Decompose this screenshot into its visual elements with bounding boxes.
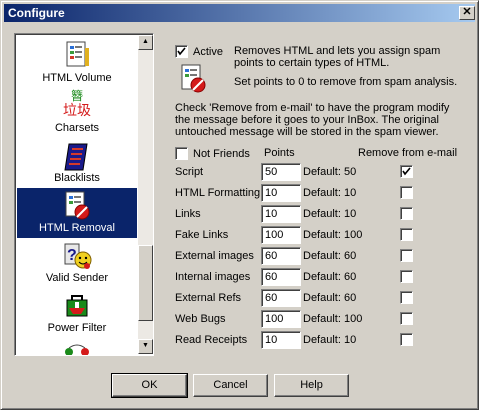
list-item-label: Valid Sender — [45, 272, 109, 284]
blacklist-book-icon — [64, 143, 88, 171]
html-volume-icon — [66, 41, 89, 67]
list-item-html-volume[interactable]: HTML Volume — [17, 38, 137, 88]
scroll-up-button[interactable]: ▲ — [138, 35, 153, 50]
close-icon: ✕ — [462, 6, 472, 18]
not-friends-label: Not Friends — [193, 148, 250, 160]
charsets-icon: 簪 垃圾 — [61, 90, 93, 122]
default-value: Default: 10 — [303, 208, 357, 220]
points-input[interactable]: 100 — [261, 310, 301, 328]
list-item-label: Power Filter — [47, 322, 107, 334]
list-item-label: HTML Removal — [39, 222, 115, 234]
remove-column-header: Remove from e-mail — [358, 147, 458, 159]
charsets-glyph-main: 垃圾 — [63, 103, 91, 119]
next-item-partial-icon — [61, 342, 93, 355]
points-input[interactable]: 10 — [261, 205, 301, 223]
active-description: Removes HTML and lets you assign spam po… — [234, 45, 441, 69]
points-input[interactable]: 100 — [261, 226, 301, 244]
not-friends-checkbox[interactable] — [175, 147, 188, 160]
remove-from-email-checkbox[interactable] — [400, 165, 413, 178]
html-removal-icon — [65, 191, 90, 220]
remove-from-email-checkbox[interactable] — [400, 228, 413, 241]
rule-label: Script — [175, 166, 204, 178]
default-value: Default: 100 — [303, 313, 363, 325]
default-value: Default: 60 — [303, 292, 357, 304]
category-scrollbar[interactable]: ▲ ▼ — [138, 35, 153, 354]
points-input[interactable]: 50 — [261, 163, 301, 181]
ok-button[interactable]: OK — [111, 373, 188, 398]
default-value: Default: 10 — [303, 334, 357, 346]
category-list: HTML Volume 簪 垃圾 Charsets Blacklists HTM… — [14, 33, 154, 356]
cancel-button[interactable]: Cancel — [193, 374, 268, 397]
active-label: Active — [193, 46, 223, 58]
checkmark-icon — [402, 167, 411, 176]
list-item-charsets[interactable]: 簪 垃圾 Charsets — [17, 88, 137, 138]
list-item-blacklists[interactable]: Blacklists — [17, 138, 137, 188]
default-value: Default: 60 — [303, 250, 357, 262]
remove-from-email-checkbox[interactable] — [400, 312, 413, 325]
remove-from-email-checkbox[interactable] — [400, 207, 413, 220]
checkmark-icon — [177, 47, 186, 56]
default-value: Default: 100 — [303, 229, 363, 241]
points-input[interactable]: 10 — [261, 184, 301, 202]
rule-label: External Refs — [175, 292, 242, 304]
configure-dialog: Configure ✕ HTML Volume 簪 垃圾 Charsets Bl… — [0, 0, 479, 410]
default-value: Default: 60 — [303, 271, 357, 283]
remove-from-email-checkbox[interactable] — [400, 270, 413, 283]
scroll-down-button[interactable]: ▼ — [138, 339, 153, 354]
list-item-label: Blacklists — [54, 172, 100, 184]
remove-from-email-checkbox[interactable] — [400, 291, 413, 304]
points-input[interactable]: 60 — [261, 289, 301, 307]
points-column-header: Points — [264, 147, 295, 159]
rule-label: Internal images — [175, 271, 251, 283]
rule-label: Web Bugs — [175, 313, 226, 325]
instructions-text: Check 'Remove from e-mail' to have the p… — [175, 102, 450, 138]
default-value: Default: 10 — [303, 187, 357, 199]
scroll-thumb[interactable] — [138, 245, 153, 321]
points-input[interactable]: 10 — [261, 331, 301, 349]
points-input[interactable]: 60 — [261, 268, 301, 286]
rule-label: External images — [175, 250, 254, 262]
list-item-html-removal[interactable]: HTML Removal — [17, 188, 137, 238]
charsets-glyph-top: 簪 — [70, 89, 83, 103]
active-checkbox[interactable] — [175, 45, 188, 58]
list-item-label: HTML Volume — [42, 72, 112, 84]
rule-label: Links — [175, 208, 201, 220]
remove-from-email-checkbox[interactable] — [400, 249, 413, 262]
rule-label: Fake Links — [175, 229, 229, 241]
window-title: Configure — [8, 6, 65, 20]
power-filter-icon — [66, 295, 88, 317]
points-input[interactable]: 60 — [261, 247, 301, 265]
valid-sender-icon: ? — [64, 243, 92, 269]
rule-label: Read Receipts — [175, 334, 248, 346]
default-value: Default: 50 — [303, 166, 357, 178]
title-bar[interactable]: Configure ✕ — [4, 4, 475, 22]
remove-from-email-checkbox[interactable] — [400, 333, 413, 346]
remove-from-email-checkbox[interactable] — [400, 186, 413, 199]
rule-label: HTML Formatting — [175, 187, 261, 199]
active-hint: Set points to 0 to remove from spam anal… — [234, 76, 458, 88]
list-item-valid-sender[interactable]: ? Valid Sender — [17, 238, 137, 288]
html-removal-icon — [181, 64, 206, 93]
close-button[interactable]: ✕ — [459, 6, 475, 20]
list-item-label: Charsets — [54, 122, 100, 134]
list-item-power-filter[interactable]: Power Filter — [17, 288, 137, 338]
help-button[interactable]: Help — [274, 374, 349, 397]
